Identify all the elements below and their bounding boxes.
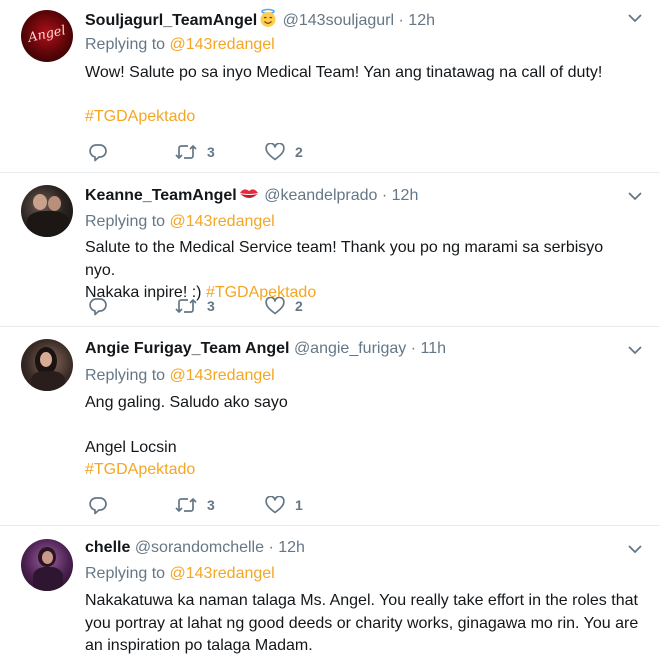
replying-to-link[interactable]: @143redangel [170, 565, 275, 582]
tweet-actions: 3 2 [85, 295, 385, 317]
retweet-icon [175, 297, 197, 315]
replying-to: Replying to @143redangel [85, 34, 275, 56]
handle[interactable]: @sorandomchelle [135, 539, 264, 556]
replying-to-label: Replying to [85, 213, 166, 230]
display-name[interactable]: Souljagurl_TeamAngel [85, 12, 257, 29]
timestamp[interactable]: 12h [408, 12, 435, 29]
reply-icon [88, 495, 108, 515]
separator-dot: · [268, 539, 274, 556]
tweet-actions: 3 1 [85, 494, 385, 516]
separator-dot: · [398, 12, 404, 29]
tweet[interactable]: Angie Furigay_Team Angel @angie_furigay … [0, 327, 660, 526]
replying-to-link[interactable]: @143redangel [170, 213, 275, 230]
chevron-down-icon[interactable] [628, 191, 642, 201]
tweet-text: Wow! Salute po sa inyo Medical Team! Yan… [85, 62, 636, 128]
retweet-count: 3 [207, 298, 215, 314]
tweet-text-line: Nakakatuwa ka naman talaga Ms. Angel. Yo… [85, 592, 638, 609]
tweet-text-line: Ang galing. Saludo ako sayo [85, 394, 288, 411]
reply-button[interactable] [88, 295, 108, 317]
like-icon [265, 143, 285, 161]
display-name[interactable]: Angie Furigay_Team Angel [85, 340, 289, 357]
reply-icon [88, 296, 108, 316]
separator-dot: · [381, 187, 388, 204]
tweet-text-line: Angel Locsin [85, 438, 177, 456]
retweet-icon [175, 143, 197, 161]
handle[interactable]: @angie_furigay [294, 340, 406, 357]
tweet-text-line: Wow! Salute po sa inyo Medical Team! Yan… [85, 64, 603, 81]
tweet[interactable]: chelle @sorandomchelle · 12h Replying to… [0, 526, 660, 660]
tweet-header: chelle @sorandomchelle · 12h [85, 538, 620, 558]
chevron-down-icon[interactable] [628, 544, 642, 554]
replying-to: Replying to @143redangel [85, 365, 275, 387]
separator-dot: · [410, 340, 417, 357]
like-icon [265, 496, 285, 514]
tweet-text: Ang galing. Saludo ako sayo Angel Locsin… [85, 392, 636, 482]
chevron-down-icon[interactable] [628, 345, 642, 355]
avatar[interactable] [21, 539, 73, 591]
like-button[interactable]: 2 [265, 295, 303, 317]
tweet-header: Keanne_TeamAngel @keandelprado · 12h [85, 185, 620, 206]
like-icon [265, 297, 285, 315]
retweet-button[interactable]: 3 [175, 295, 215, 317]
timestamp[interactable]: 11h [420, 340, 446, 357]
tweet-header: Souljagurl_TeamAngel @143souljagurl · 12… [85, 8, 620, 31]
tweet-text: Nakakatuwa ka naman talaga Ms. Angel. Yo… [85, 590, 650, 658]
replying-to-label: Replying to [85, 565, 166, 582]
replying-to-label: Replying to [85, 36, 166, 53]
avatar[interactable]: Angel [21, 10, 73, 62]
tweet-actions: 3 2 [85, 141, 385, 163]
reply-button[interactable] [88, 494, 108, 516]
reply-button[interactable] [88, 141, 108, 163]
retweet-icon [175, 496, 197, 514]
replying-to-link[interactable]: @143redangel [170, 367, 275, 384]
like-button[interactable]: 2 [265, 141, 303, 163]
tweet[interactable]: Angel Souljagurl_TeamAngel @143souljagur… [0, 0, 660, 173]
avatar[interactable] [21, 185, 73, 237]
handle[interactable]: @143souljagurl [283, 12, 394, 29]
handle[interactable]: @keandelprado [264, 187, 377, 204]
avatar[interactable] [21, 339, 73, 391]
avatar-logo-text: Angel [26, 23, 68, 46]
tweet[interactable]: Keanne_TeamAngel @keandelprado · 12h Rep… [0, 173, 660, 327]
chevron-down-icon[interactable] [628, 13, 642, 23]
like-button[interactable]: 1 [265, 494, 303, 516]
retweet-count: 3 [207, 144, 215, 160]
tweet-text-line: Salute to the Medical Service team! Than… [85, 239, 604, 279]
replying-to: Replying to @143redangel [85, 211, 275, 233]
retweet-count: 3 [207, 497, 215, 513]
retweet-button[interactable]: 3 [175, 141, 215, 163]
tweet-text-line: you portray at lahat ng good deeds or ch… [85, 614, 639, 632]
display-name[interactable]: Keanne_TeamAngel [85, 187, 237, 204]
tweet-text-line: an inspiration po talaga Madam. [85, 637, 313, 654]
replying-to: Replying to @143redangel [85, 563, 275, 585]
like-count: 2 [295, 298, 303, 314]
smiling-face-with-halo-icon [258, 8, 278, 28]
tweet-header: Angie Furigay_Team Angel @angie_furigay … [85, 339, 620, 359]
retweet-button[interactable]: 3 [175, 494, 215, 516]
display-name[interactable]: chelle [85, 539, 130, 556]
like-count: 2 [295, 144, 303, 160]
timestamp[interactable]: 12h [278, 539, 305, 556]
reply-icon [88, 142, 108, 162]
kiss-mark-icon [238, 185, 260, 203]
replying-to-label: Replying to [85, 367, 166, 384]
like-count: 1 [295, 497, 303, 513]
hashtag-link[interactable]: #TGDApektado [85, 106, 636, 129]
hashtag-link[interactable]: #TGDApektado [85, 459, 636, 482]
timestamp[interactable]: 12h [392, 187, 419, 204]
replying-to-link[interactable]: @143redangel [170, 36, 275, 53]
